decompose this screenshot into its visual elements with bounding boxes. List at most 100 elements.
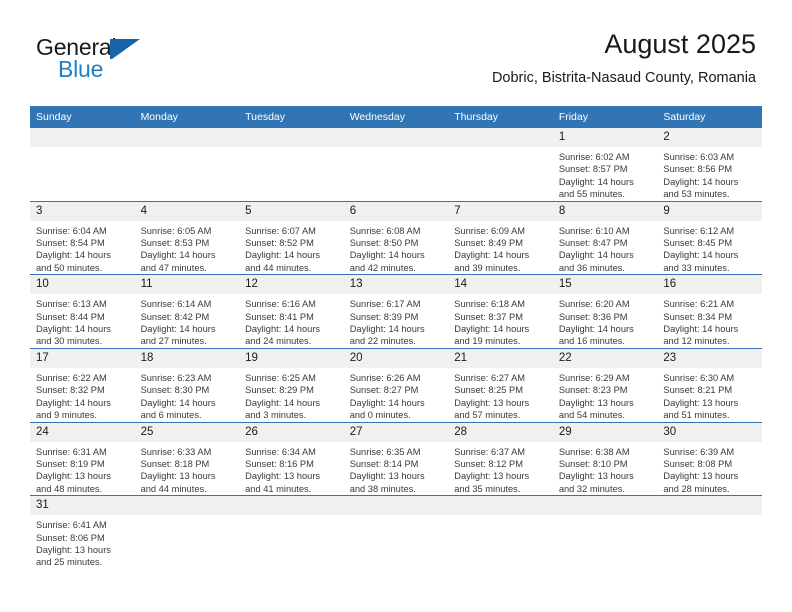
calendar-day-cell[interactable]: 1 Sunrise: 6:02 AM Sunset: 8:57 PM Daylight… — [552, 128, 658, 202]
calendar-day-cell[interactable]: 13 Sunrise: 6:17 AM Sunset: 8:39 PM Dayligh… — [343, 274, 449, 349]
weekday-header-thursday: Thursday — [448, 106, 553, 128]
day-info-line: Sunset: 8:12 PM — [454, 458, 523, 469]
day-info-line: Sunset: 8:10 PM — [558, 458, 628, 469]
calendar-day-cell[interactable]: 4 Sunrise: 6:05 AM Sunset: 8:53 PM Daylight… — [134, 201, 240, 276]
day-info-line: Sunset: 8:32 PM — [36, 385, 105, 396]
day-info-line: Sunset: 8:30 PM — [140, 385, 210, 396]
weekday-header-friday: Friday — [552, 106, 658, 128]
calendar-day-cell[interactable]: 9 Sunrise: 6:12 AM Sunset: 8:45 PM Daylight… — [657, 201, 762, 276]
day-sun-info: Sunrise: 6:22 AM Sunset: 8:32 PM Daylight:… — [30, 368, 135, 422]
calendar-day-cell[interactable]: 25 Sunrise: 6:33 AM Sunset: 8:18 PM Dayligh… — [134, 422, 240, 497]
day-info-line: Daylight: 14 hours — [349, 250, 425, 261]
calendar-day-cell[interactable]: 2 Sunrise: 6:03 AM Sunset: 8:56 PM Daylight… — [657, 128, 762, 202]
day-number — [448, 496, 553, 516]
day-number: 3 — [30, 201, 135, 221]
day-info-line: Sunrise: 6:05 AM — [140, 225, 212, 236]
day-number: 27 — [343, 422, 449, 442]
day-info-line: Daylight: 13 hours — [663, 397, 739, 408]
day-info-line: and 36 minutes. — [558, 262, 625, 273]
calendar-day-cell[interactable]: 24 Sunrise: 6:31 AM Sunset: 8:19 PM Dayligh… — [30, 422, 135, 497]
day-sun-info: Sunrise: 6:31 AM Sunset: 8:19 PM Daylight:… — [30, 442, 135, 496]
calendar-day-cell[interactable]: 23 Sunrise: 6:30 AM Sunset: 8:21 PM Dayligh… — [657, 348, 762, 423]
day-info-line: and 54 minutes. — [558, 410, 625, 421]
day-number: 31 — [30, 496, 135, 516]
day-sun-info: Sunrise: 6:09 AM Sunset: 8:49 PM Daylight:… — [448, 221, 553, 275]
calendar-day-cell[interactable]: 16 Sunrise: 6:21 AM Sunset: 8:34 PM Dayligh… — [657, 274, 762, 349]
day-sun-info: Sunrise: 6:33 AM Sunset: 8:18 PM Daylight:… — [135, 442, 240, 496]
day-info-line: Sunrise: 6:09 AM — [454, 225, 526, 236]
day-info-line: Sunrise: 6:10 AM — [558, 225, 630, 236]
day-number: 26 — [239, 422, 344, 442]
calendar-day-cell[interactable]: 7 Sunrise: 6:09 AM Sunset: 8:49 PM Daylight… — [448, 201, 553, 276]
day-number — [134, 128, 240, 147]
brand-logo: General Blue — [36, 36, 236, 88]
day-info-line: Sunrise: 6:03 AM — [663, 152, 735, 162]
day-info-line: Sunset: 8:50 PM — [349, 238, 419, 249]
day-info-line: Daylight: 14 hours — [36, 250, 111, 261]
calendar-day-cell[interactable]: 19 Sunrise: 6:25 AM Sunset: 8:29 PM Dayligh… — [239, 348, 344, 423]
calendar-header-row: Sunday Monday Tuesday Wednesday Thursday Frid… — [30, 106, 762, 128]
day-info-line: Daylight: 14 hours — [140, 324, 216, 335]
calendar-empty-cell — [134, 495, 240, 569]
calendar-day-cell[interactable]: 27 Sunrise: 6:35 AM Sunset: 8:14 PM Dayligh… — [343, 422, 449, 497]
calendar-empty-cell — [448, 495, 553, 569]
day-number — [30, 128, 135, 147]
day-number: 24 — [30, 422, 135, 442]
day-info-line: and 50 minutes. — [36, 262, 103, 273]
calendar-day-cell[interactable]: 5 Sunrise: 6:07 AM Sunset: 8:52 PM Daylight… — [239, 201, 344, 276]
day-info-line: and 16 minutes. — [558, 336, 625, 347]
calendar-day-cell[interactable]: 17 Sunrise: 6:22 AM Sunset: 8:32 PM Dayligh… — [30, 348, 135, 423]
calendar-day-cell[interactable]: 28 Sunrise: 6:37 AM Sunset: 8:12 PM Dayligh… — [448, 422, 553, 497]
calendar-day-cell[interactable]: 8 Sunrise: 6:10 AM Sunset: 8:47 PM Daylight… — [552, 201, 658, 276]
day-number — [657, 496, 762, 516]
day-info-line: Sunrise: 6:07 AM — [245, 225, 316, 236]
day-info-line: Sunrise: 6:34 AM — [245, 446, 316, 457]
calendar-day-cell[interactable]: 30 Sunrise: 6:39 AM Sunset: 8:08 PM Dayligh… — [657, 422, 762, 497]
day-number: 25 — [134, 422, 240, 442]
weekday-header-tuesday: Tuesday — [239, 106, 344, 128]
calendar-day-cell[interactable]: 18 Sunrise: 6:23 AM Sunset: 8:30 PM Dayligh… — [134, 348, 240, 423]
day-number: 23 — [657, 348, 762, 368]
day-number — [343, 128, 449, 147]
day-info-line: Sunrise: 6:25 AM — [245, 372, 316, 383]
day-info-line: and 35 minutes. — [454, 483, 521, 494]
day-sun-info: Sunrise: 6:18 AM Sunset: 8:37 PM Daylight:… — [448, 294, 553, 348]
calendar-day-cell[interactable]: 22 Sunrise: 6:29 AM Sunset: 8:23 PM Dayligh… — [552, 348, 658, 423]
calendar-week-row: 17 Sunrise: 6:22 AM Sunset: 8:32 PM Dayligh… — [30, 348, 762, 423]
calendar-week-row: 10 Sunrise: 6:13 AM Sunset: 8:44 PM Dayligh… — [30, 274, 762, 349]
calendar-day-cell[interactable]: 10 Sunrise: 6:13 AM Sunset: 8:44 PM Dayligh… — [30, 274, 135, 349]
day-info-line: and 0 minutes. — [349, 410, 411, 421]
day-info-line: Sunset: 8:45 PM — [663, 238, 733, 249]
day-info-line: Sunset: 8:36 PM — [558, 311, 628, 322]
calendar-day-cell[interactable]: 21 Sunrise: 6:27 AM Sunset: 8:25 PM Dayligh… — [448, 348, 553, 423]
day-info-line: Sunrise: 6:16 AM — [245, 299, 316, 310]
day-number: 16 — [657, 275, 762, 295]
day-number: 1 — [552, 128, 658, 147]
day-info-line: Sunrise: 6:14 AM — [140, 299, 212, 310]
day-number: 18 — [134, 348, 240, 368]
day-number: 14 — [448, 275, 553, 295]
calendar-day-cell[interactable]: 29 Sunrise: 6:38 AM Sunset: 8:10 PM Dayligh… — [552, 422, 658, 497]
calendar-day-cell[interactable]: 3 Sunrise: 6:04 AM Sunset: 8:54 PM Daylight… — [30, 201, 135, 276]
day-sun-info: Sunrise: 6:29 AM Sunset: 8:23 PM Daylight:… — [553, 368, 658, 422]
calendar-day-cell[interactable]: 14 Sunrise: 6:18 AM Sunset: 8:37 PM Dayligh… — [448, 274, 553, 349]
day-sun-info: Sunrise: 6:02 AM Sunset: 8:57 PM Daylight:… — [553, 147, 658, 201]
day-sun-info: Sunrise: 6:08 AM Sunset: 8:50 PM Daylight:… — [344, 221, 449, 275]
day-sun-info: Sunrise: 6:21 AM Sunset: 8:34 PM Daylight:… — [657, 294, 762, 348]
day-info-line: and 38 minutes. — [349, 483, 416, 494]
day-info-line: and 32 minutes. — [558, 483, 625, 494]
calendar-day-cell[interactable]: 15 Sunrise: 6:20 AM Sunset: 8:36 PM Dayligh… — [552, 274, 658, 349]
day-info-line: and 42 minutes. — [349, 262, 416, 273]
calendar-day-cell[interactable]: 26 Sunrise: 6:34 AM Sunset: 8:16 PM Dayligh… — [239, 422, 344, 497]
calendar-day-cell[interactable]: 20 Sunrise: 6:26 AM Sunset: 8:27 PM Dayligh… — [343, 348, 449, 423]
calendar-day-cell[interactable]: 12 Sunrise: 6:16 AM Sunset: 8:41 PM Dayligh… — [239, 274, 344, 349]
day-info-line: and 44 minutes. — [140, 483, 207, 494]
day-number: 20 — [343, 348, 449, 368]
calendar-day-cell[interactable]: 6 Sunrise: 6:08 AM Sunset: 8:50 PM Daylight… — [343, 201, 449, 276]
calendar-day-cell[interactable]: 31 Sunrise: 6:41 AM Sunset: 8:06 PM Dayligh… — [30, 495, 135, 569]
day-info-line: Daylight: 14 hours — [245, 324, 321, 335]
calendar-week-row: 31 Sunrise: 6:41 AM Sunset: 8:06 PM Dayligh… — [30, 495, 762, 569]
calendar-empty-cell — [343, 128, 449, 202]
calendar-day-cell[interactable]: 11 Sunrise: 6:14 AM Sunset: 8:42 PM Dayligh… — [134, 274, 240, 349]
day-info-line: Daylight: 13 hours — [663, 471, 739, 482]
